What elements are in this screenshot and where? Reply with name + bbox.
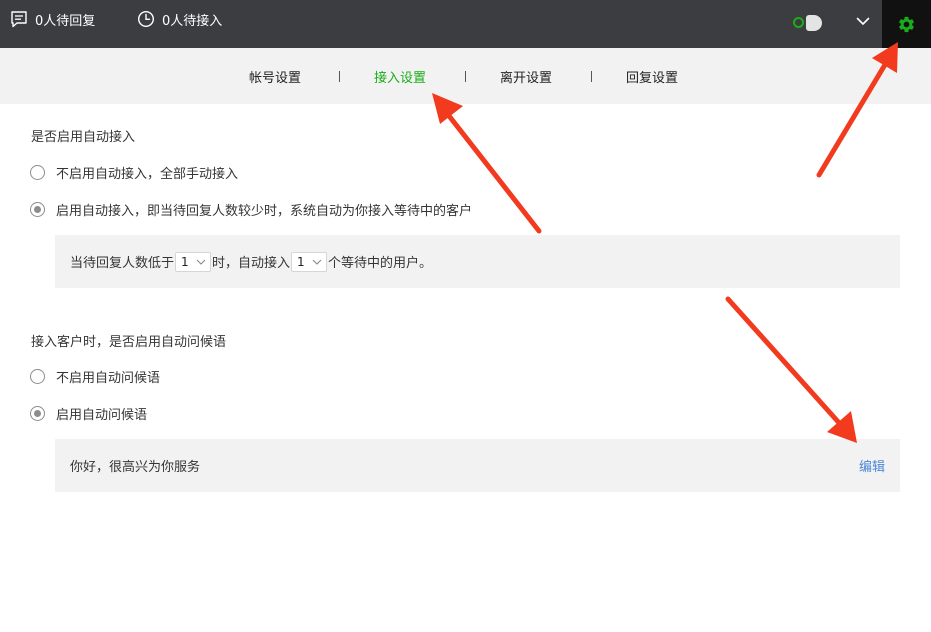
- auto-accept-off-option[interactable]: 不启用自动接入，全部手动接入: [30, 163, 238, 182]
- settings-tab-bar: 帐号设置 接入设置 离开设置 回复设置: [0, 48, 931, 104]
- greeting-off-label: 不启用自动问候语: [56, 371, 161, 386]
- greeting-title: 接入客户时，是否启用自动问候语: [31, 335, 227, 350]
- tab-separator: [339, 71, 340, 82]
- greeting-message: 你好，很高兴为你服务: [70, 460, 201, 475]
- chevron-down-icon[interactable]: [852, 10, 874, 32]
- greeting-message-panel: 你好，很高兴为你服务 编辑: [55, 439, 900, 492]
- app-root: 0人待回复 0人待接入 帐号设置 接入设置 离开设置 回复设置 是否启用自动接入…: [0, 0, 931, 632]
- radio-button[interactable]: [30, 165, 45, 180]
- online-status-toggle[interactable]: [791, 14, 827, 32]
- rule-text-2: 时，自动接入: [212, 256, 291, 271]
- threshold-value: 1: [181, 254, 189, 269]
- pending-accept-text: 0人待接入: [162, 13, 223, 29]
- chevron-down-icon: [196, 259, 206, 265]
- tab-separator: [591, 71, 592, 82]
- rule-text-1: 当待回复人数低于: [70, 256, 175, 271]
- auto-accept-off-label: 不启用自动接入，全部手动接入: [56, 167, 239, 182]
- gear-icon: [899, 16, 914, 32]
- auto-accept-rule-panel: 当待回复人数低于 1 时，自动接入 1 个等待中的用户。: [55, 235, 900, 288]
- greeting-on-label: 启用自动问候语: [56, 408, 148, 423]
- chat-bubble-icon: [11, 11, 27, 28]
- auto-accept-title: 是否启用自动接入: [31, 130, 136, 145]
- top-bar: 0人待回复 0人待接入: [0, 0, 931, 48]
- radio-button[interactable]: [30, 369, 45, 384]
- pending-reply-text: 0人待回复: [35, 13, 96, 29]
- tab-reply-settings[interactable]: 回复设置: [626, 67, 678, 86]
- edit-greeting-link[interactable]: 编辑: [859, 439, 885, 492]
- radio-button-checked[interactable]: [30, 202, 45, 217]
- greeting-off-option[interactable]: 不启用自动问候语: [30, 367, 160, 386]
- greeting-on-option[interactable]: 启用自动问候语: [30, 404, 147, 423]
- tab-separator: [465, 71, 466, 82]
- accept-count-select[interactable]: 1: [291, 251, 328, 272]
- settings-button[interactable]: [882, 0, 931, 48]
- radio-button-checked[interactable]: [30, 406, 45, 421]
- tab-account-settings[interactable]: 帐号设置: [249, 67, 301, 86]
- auto-accept-rule: 当待回复人数低于 1 时，自动接入 1 个等待中的用户。: [70, 235, 432, 288]
- status-dot: [793, 17, 804, 28]
- auto-accept-on-label: 启用自动接入，即当待回复人数较少时，系统自动为你接入等待中的客户: [56, 204, 473, 219]
- clock-icon: [137, 10, 155, 28]
- auto-accept-on-option[interactable]: 启用自动接入，即当待回复人数较少时，系统自动为你接入等待中的客户: [30, 200, 472, 219]
- tab-access-settings[interactable]: 接入设置: [374, 67, 426, 86]
- arrow-to-edit-link: [725, 296, 857, 443]
- rule-text-3: 个等待中的用户。: [328, 256, 433, 271]
- accept-count-value: 1: [297, 254, 305, 269]
- chevron-down-icon: [312, 259, 322, 265]
- pending-accept-stat[interactable]: 0人待接入: [137, 0, 222, 38]
- pending-reply-stat[interactable]: 0人待回复: [10, 0, 95, 38]
- status-knob: [806, 15, 822, 31]
- tab-away-settings[interactable]: 离开设置: [500, 67, 552, 86]
- threshold-select[interactable]: 1: [175, 251, 212, 272]
